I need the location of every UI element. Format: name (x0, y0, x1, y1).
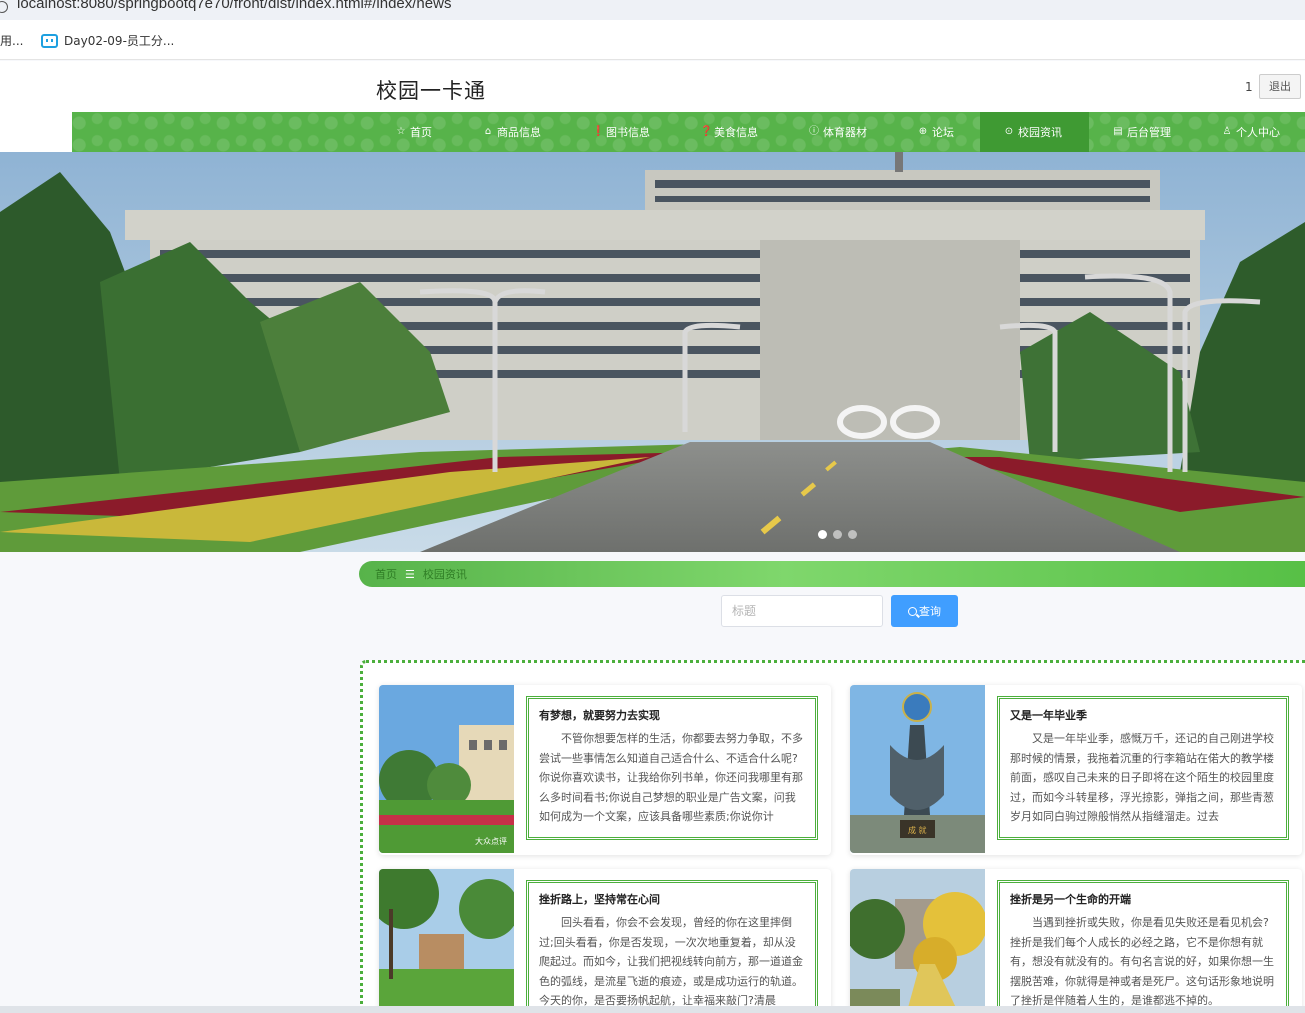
svg-text:成 就: 成 就 (908, 825, 927, 835)
nav-label: 校园资讯 (1018, 126, 1062, 139)
nav-item-profile[interactable]: ♙ 个人中心 (1222, 112, 1280, 152)
logout-button[interactable]: 退出 (1259, 74, 1301, 99)
search-button-label: 查询 (919, 605, 941, 618)
nav-item-forum[interactable]: ⊕ 论坛 (918, 112, 954, 152)
news-summary: 不管你想要怎样的生活，你都要去努力争取，不多尝试一些事情怎么知道自己适合什么、不… (539, 732, 803, 823)
news-title[interactable]: 又是一年毕业季 (1010, 707, 1276, 723)
search-icon (908, 606, 917, 616)
nav-item-sports[interactable]: ⓘ 体育器材 (809, 112, 867, 152)
news-summary: 又是一年毕业季，感慨万千，还记的自己刚进学校那时候的情景，我拖着沉重的行李箱站在… (1010, 732, 1274, 823)
carousel-dot[interactable] (833, 530, 842, 539)
news-card[interactable]: 挫折路上，坚持常在心间 回头看看，你会不会发现，曾经的你在这里摔倒过;回头看看，… (379, 869, 831, 1013)
breadcrumb-current: 校园资讯 (422, 568, 467, 581)
user-indicator: 1 (1245, 80, 1253, 94)
nav-label: 商品信息 (497, 126, 541, 139)
horizontal-scrollbar[interactable] (0, 1006, 1305, 1013)
news-card[interactable]: 成 就 又是一年毕业季 又是一年毕业季，感慨万千，还记的自己刚进学校那时候的情景… (850, 685, 1302, 855)
main-nav: ☆ 首页 ⌂ 商品信息 ❗ 图书信息 ❓ 美食信息 ⓘ 体育器材 ⊕ 论坛 ⊙ … (72, 112, 1305, 152)
nav-item-home[interactable]: ☆ 首页 (396, 112, 432, 152)
nav-label: 首页 (410, 126, 432, 139)
search-button[interactable]: 查询 (891, 595, 958, 627)
site-title: 校园一卡通 (376, 79, 486, 103)
banner-carousel[interactable] (0, 152, 1305, 552)
nav-item-goods[interactable]: ⌂ 商品信息 (483, 112, 541, 152)
bag-icon: ⌂ (484, 126, 492, 137)
nav-label: 美食信息 (714, 126, 758, 139)
info-icon: ⓘ (809, 126, 819, 137)
bookmark-truncated[interactable]: 用... (0, 32, 23, 49)
bookmarks-bar: 用... Day02-09-员工分... (0, 20, 1305, 60)
news-content: 挫折路上，坚持常在心间 回头看看，你会不会发现，曾经的你在这里摔倒过;回头看看，… (526, 880, 818, 1013)
news-summary: 回头看看，你会不会发现，曾经的你在这里摔倒过;回头看看，你是否发现，一次次地重复… (539, 916, 803, 1007)
nav-label: 论坛 (932, 126, 954, 139)
news-thumbnail (379, 869, 514, 1013)
star-icon: ☆ (396, 126, 406, 137)
carousel-indicators (818, 530, 857, 539)
campus-building-photo (0, 152, 1305, 552)
bookmark-bilibili[interactable]: Day02-09-员工分... (41, 32, 174, 49)
info-icon: ❗ (592, 126, 605, 137)
news-title[interactable]: 挫折是另一个生命的开端 (1010, 891, 1276, 907)
breadcrumb-separator-icon: ☰ (405, 567, 415, 581)
breadcrumb-home[interactable]: 首页 (375, 566, 397, 582)
nav-item-admin[interactable]: ▤ 后台管理 (1113, 112, 1171, 152)
nav-label: 体育器材 (823, 126, 867, 139)
clipboard-icon: ▤ (1113, 126, 1123, 137)
carousel-dot[interactable] (848, 530, 857, 539)
bookmark-label: 用... (0, 34, 24, 48)
nav-label: 图书信息 (606, 126, 650, 139)
question-icon: ❓ (700, 126, 713, 137)
nav-item-food[interactable]: ❓ 美食信息 (700, 112, 758, 152)
news-summary: 当遇到挫折或失败，你是看见失败还是看见机会?挫折是我们每个人成长的必经之路，它不… (1010, 916, 1274, 1007)
bilibili-icon (41, 33, 58, 48)
news-content: 有梦想，就要努力去实现 不管你想要怎样的生活，你都要去努力争取，不多尝试一些事情… (526, 696, 818, 840)
news-thumbnail: 大众点评 (379, 685, 514, 853)
nav-label: 个人中心 (1236, 126, 1280, 139)
url-text[interactable]: localhost:8080/springbootq7e70/front/dis… (17, 0, 451, 12)
news-thumbnail (850, 869, 985, 1013)
news-thumbnail: 成 就 (850, 685, 985, 853)
news-title[interactable]: 挫折路上，坚持常在心间 (539, 891, 805, 907)
news-title[interactable]: 有梦想，就要努力去实现 (539, 707, 805, 723)
globe-icon: ⊕ (918, 126, 928, 137)
news-content: 又是一年毕业季 又是一年毕业季，感慨万千，还记的自己刚进学校那时候的情景，我拖着… (997, 696, 1289, 840)
nav-label: 后台管理 (1127, 126, 1171, 139)
site-header: 校园一卡通 1 退出 (0, 61, 1305, 112)
title-search-input[interactable] (721, 595, 883, 627)
bookmark-label: Day02-09-员工分... (64, 34, 175, 48)
nav-item-news[interactable]: ⊙ 校园资讯 (980, 112, 1089, 152)
user-icon: ♙ (1222, 126, 1232, 137)
news-card[interactable]: 大众点评 有梦想，就要努力去实现 不管你想要怎样的生活，你都要去努力争取，不多尝… (379, 685, 831, 855)
carousel-dot[interactable] (818, 530, 827, 539)
address-bar[interactable]: localhost:8080/springbootq7e70/front/dis… (0, 0, 1305, 20)
news-card[interactable]: 挫折是另一个生命的开端 当遇到挫折或失败，你是看见失败还是看见机会?挫折是我们每… (850, 869, 1302, 1013)
clock-icon: ⊙ (1004, 126, 1014, 137)
news-content: 挫折是另一个生命的开端 当遇到挫折或失败，你是看见失败还是看见机会?挫折是我们每… (997, 880, 1289, 1013)
breadcrumb: 首页 ☰ 校园资讯 (359, 561, 1305, 587)
thumbnail-watermark: 大众点评 (475, 836, 507, 846)
nav-item-books[interactable]: ❗ 图书信息 (592, 112, 650, 152)
news-list: 大众点评 有梦想，就要努力去实现 不管你想要怎样的生活，你都要去努力争取，不多尝… (360, 660, 1305, 1013)
site-info-icon[interactable] (0, 1, 8, 13)
nav-left-spacer (0, 112, 72, 152)
